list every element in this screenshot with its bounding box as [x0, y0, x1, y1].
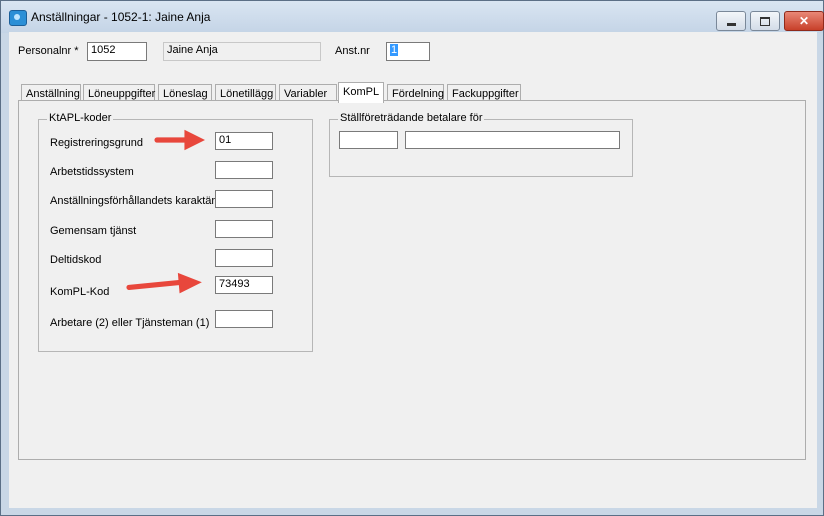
gemensam-tjanst-label: Gemensam tjänst	[50, 225, 137, 237]
arrow-head	[184, 129, 205, 151]
ktapl-group: KtAPL-koder Registreringsgrund 01 Arbets…	[38, 112, 313, 352]
registreringsgrund-field[interactable]: 01	[215, 132, 273, 150]
arbetstidssystem-field[interactable]	[215, 161, 273, 179]
employee-name-field: Jaine Anja	[163, 42, 321, 61]
gemensam-tjanst-field[interactable]	[215, 220, 273, 238]
anstnr-field[interactable]: 1	[386, 42, 430, 61]
anstallningsforhallande-field[interactable]	[215, 190, 273, 208]
registreringsgrund-label: Registreringsgrund	[50, 137, 143, 149]
close-button[interactable]: ✕	[784, 11, 824, 31]
window-client-area: Personalnr * 1052 Jaine Anja Anst.nr 1 A…	[9, 32, 817, 508]
minimize-icon	[726, 22, 736, 26]
deltidskod-label: Deltidskod	[50, 254, 102, 266]
stallforetradande-code-field[interactable]	[339, 131, 398, 149]
stallforetradande-group: Ställföreträdande betalare för	[329, 112, 633, 177]
stallforetradande-group-title: Ställföreträdande betalare för	[338, 112, 485, 124]
arbetstidssystem-label: Arbetstidssystem	[50, 166, 134, 178]
anstnr-value: 1	[390, 44, 399, 56]
maximize-icon	[760, 16, 770, 26]
title-bar[interactable]: Anställningar - 1052-1: Jaine Anja ✕	[1, 1, 824, 33]
kompl-kod-label: KomPL-Kod	[50, 286, 110, 298]
maximize-button[interactable]	[750, 11, 780, 31]
arbetare-tjansteman-field[interactable]	[215, 310, 273, 328]
annotation-arrow-kompl-kod	[126, 272, 202, 294]
personalnr-field[interactable]: 1052	[87, 42, 147, 61]
anstnr-label: Anst.nr	[335, 45, 370, 57]
window-title: Anställningar - 1052-1: Jaine Anja	[31, 10, 211, 24]
employment-window: Anställningar - 1052-1: Jaine Anja ✕ Per…	[0, 0, 824, 516]
close-icon: ✕	[798, 14, 810, 28]
stallforetradande-name-field[interactable]	[405, 131, 620, 149]
anstallningsforhallande-label: Anställningsförhållandets karaktär	[50, 195, 216, 207]
minimize-button[interactable]	[716, 11, 746, 31]
arrow-head	[177, 272, 202, 294]
ktapl-group-title: KtAPL-koder	[47, 112, 114, 124]
arrow-shape	[126, 279, 184, 290]
kompl-kod-field[interactable]: 73493	[215, 276, 273, 294]
arbetare-tjansteman-label: Arbetare (2) eller Tjänsteman (1)	[50, 317, 210, 329]
app-icon	[9, 10, 27, 26]
personalnr-label: Personalnr *	[18, 45, 79, 57]
annotation-arrow-registreringsgrund	[154, 129, 205, 151]
tab-kompl[interactable]: KomPL	[338, 82, 384, 103]
deltidskod-field[interactable]	[215, 249, 273, 267]
